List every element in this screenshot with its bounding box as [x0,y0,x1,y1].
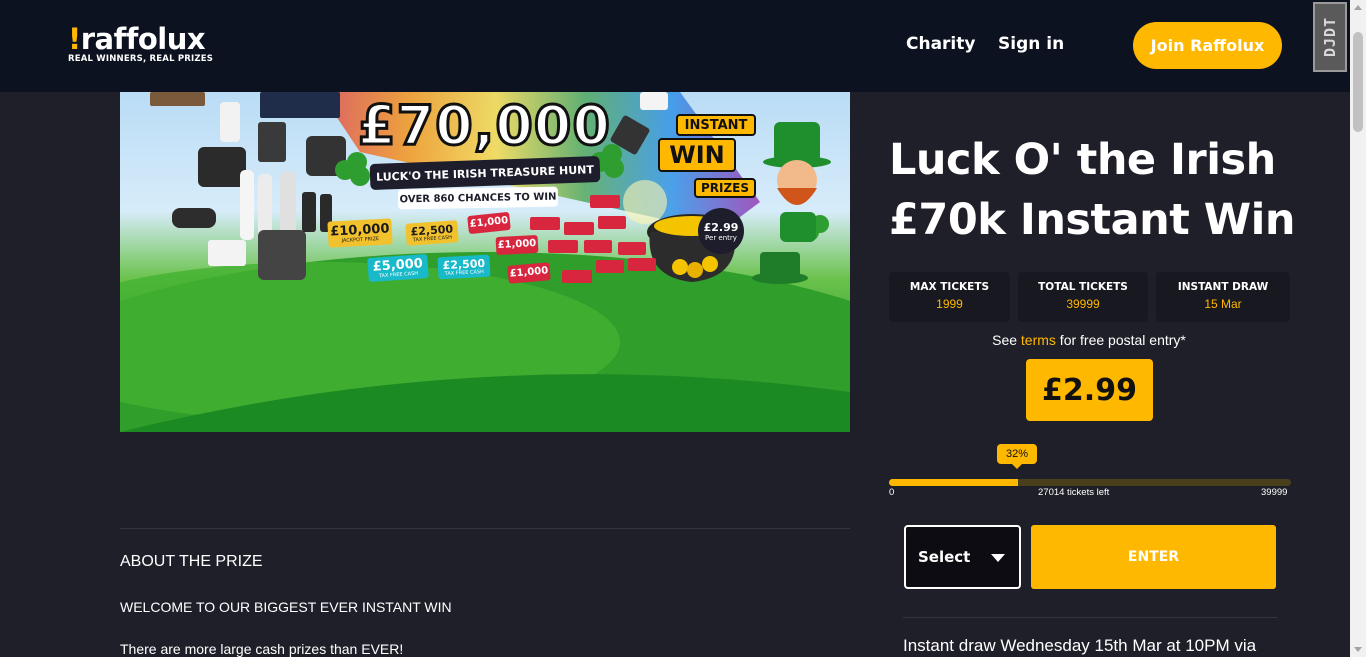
progress-fill [889,479,1018,486]
ticket-quantity-select[interactable]: Select [904,525,1021,589]
competition-title: Luck O' the Irish £70k Instant Win [889,135,1296,245]
small-prize-tag [628,258,656,271]
divider [120,528,850,529]
small-prize-tag [548,240,578,253]
postal-entry-note: See terms for free postal entry* [992,332,1186,348]
small-prize-tag [598,216,626,229]
page-scrollbar[interactable] [1350,0,1366,657]
about-prize-intro: WELCOME TO OUR BIGGEST EVER INSTANT WIN [120,599,452,615]
nav-charity-link[interactable]: Charity [906,34,975,54]
instant-label: INSTANT [676,114,756,136]
prize-tag: £5,000 TAX FREE CASH [367,253,429,283]
progress-percent-badge: 32% [997,444,1037,464]
scroll-up-arrow-icon[interactable] [1354,5,1362,10]
hero-banner-sub: OVER 860 CHANCES TO WIN [397,186,559,210]
hero-headline: £70,000 [357,93,612,159]
enter-button[interactable]: ENTER [1031,525,1276,589]
hero-prize-image: £70,000 LUCK'O THE IRISH TREASURE HUNT O… [120,92,850,432]
prizes-label: PRIZES [694,178,756,198]
small-prize-tag [530,217,560,230]
chevron-down-icon [991,554,1005,562]
hero-price-badge: £2.99 Per entry [698,208,744,254]
about-prize-heading: ABOUT THE PRIZE [120,553,263,570]
prize-tag: £10,000 JACKPOT PRIZE [327,218,393,248]
debug-toolbar-handle[interactable]: DJDT [1313,2,1347,72]
small-prize-tag [596,260,624,273]
prize-tag: £1,000 [495,234,539,256]
small-prize-tag [590,195,620,208]
small-prize-tag [564,222,594,235]
prize-tag: £2,500 TAX FREE CASH [405,220,459,246]
ticket-price: £2.99 [1026,359,1153,421]
about-prize-text: There are more large cash prizes than EV… [120,641,404,657]
stat-instant-draw: INSTANT DRAW 15 Mar [1156,272,1290,322]
stat-max-tickets: MAX TICKETS 1999 [889,272,1010,322]
logo-mark-icon: ! [68,22,81,56]
logo-text: raffolux [80,22,206,56]
progress-min-label: 0 [889,487,895,498]
progress-max-label: 39999 [1261,487,1288,498]
draw-info-text: Instant draw Wednesday 15th Mar at 10PM … [903,636,1257,655]
scroll-thumb[interactable] [1353,32,1363,132]
small-prize-tag [618,242,646,255]
terms-link[interactable]: terms [1021,332,1056,348]
prize-tag: £2,500 TAX FREE CASH [437,254,491,280]
progress-caret-icon [1011,463,1023,469]
scroll-down-arrow-icon[interactable] [1354,647,1362,652]
join-button[interactable]: Join Raffolux [1133,22,1282,69]
nav-sign-in-link[interactable]: Sign in [998,34,1064,54]
site-header: !raffolux REAL WINNERS, REAL PRIZES Char… [0,0,1350,92]
tickets-left-label: 27014 tickets left [1038,487,1110,498]
stat-total-tickets: TOTAL TICKETS 39999 [1018,272,1148,322]
small-prize-tag [584,240,612,253]
divider [903,617,1277,618]
small-prize-tag [562,270,592,283]
prize-tag: £1,000 [507,262,551,284]
win-label: WIN [658,138,736,172]
logo-tagline: REAL WINNERS, REAL PRIZES [68,54,214,64]
tickets-progress-bar [889,479,1291,486]
raffolux-logo[interactable]: !raffolux REAL WINNERS, REAL PRIZES [68,24,213,64]
